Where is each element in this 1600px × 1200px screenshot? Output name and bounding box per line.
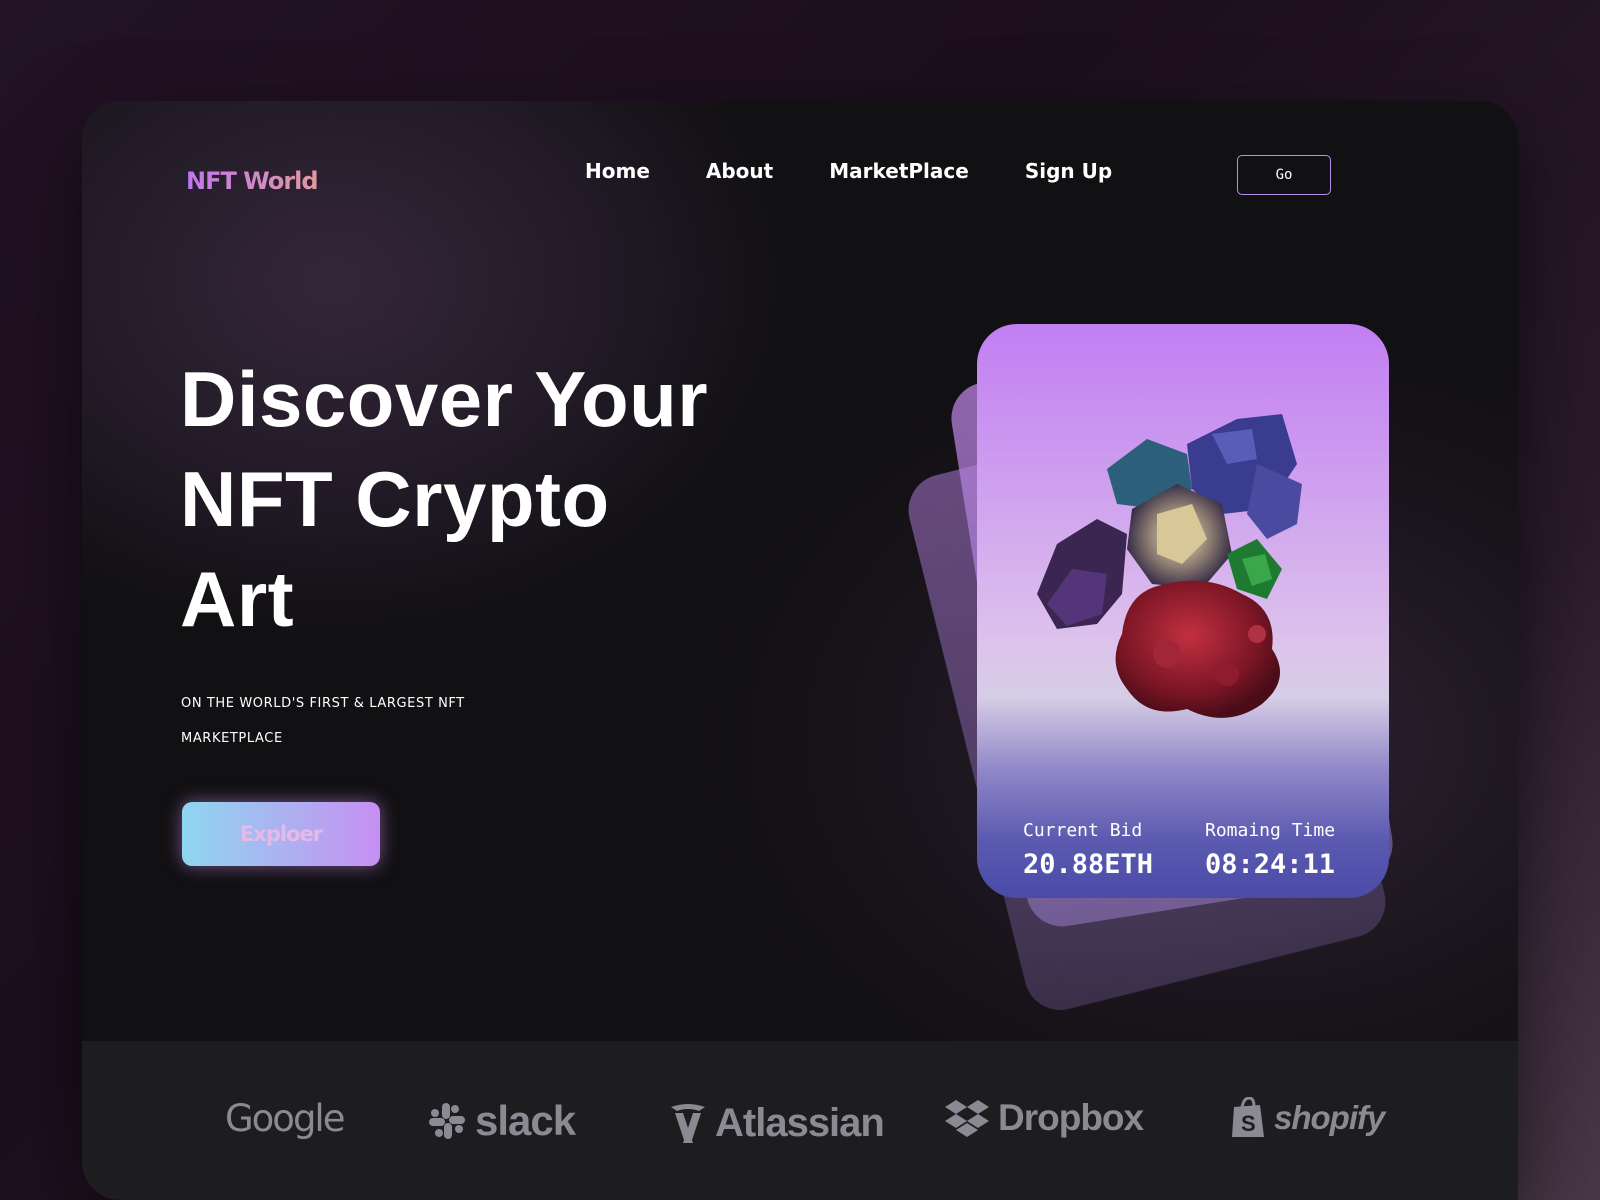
current-bid-value: 20.88ETH: [1023, 849, 1154, 880]
brand-logos-bar: Google slack Atlassian Dropbox S shopify: [82, 1041, 1518, 1200]
landing-page-frame: NFT World Home About MarketPlace Sign Up…: [82, 101, 1518, 1200]
hero-title: Discover Your NFT Crypto Art: [180, 349, 800, 649]
brand-google: Google: [225, 1097, 345, 1140]
brand-atlassian-wordmark: Atlassian: [715, 1101, 885, 1145]
nft-card[interactable]: Current Bid 20.88ETH Romaing Time 08:24:…: [977, 324, 1389, 898]
nav-about[interactable]: About: [706, 159, 773, 183]
dropbox-icon: [945, 1100, 989, 1137]
brand-dropbox-wordmark: Dropbox: [998, 1097, 1144, 1138]
explore-button[interactable]: Exploer: [182, 802, 380, 866]
remaining-time: Romaing Time 08:24:11: [1205, 820, 1335, 880]
nav-sign-up[interactable]: Sign Up: [1025, 159, 1112, 183]
nav-home[interactable]: Home: [585, 159, 650, 183]
shopify-bag-icon: S: [1232, 1097, 1264, 1137]
hero-title-line-3: Art: [180, 555, 295, 643]
hero-subtitle: ON THE WORLD'S FIRST & LARGEST NFT MARKE…: [181, 686, 481, 756]
nft-crystal-artwork: [1037, 414, 1302, 718]
go-button[interactable]: Go: [1237, 155, 1331, 195]
logo[interactable]: NFT World: [186, 167, 319, 195]
brand-atlassian: Atlassian: [669, 1101, 885, 1146]
brand-shopify-wordmark: shopify: [1274, 1099, 1385, 1136]
brand-slack: slack: [427, 1097, 576, 1145]
atlassian-icon: [671, 1103, 705, 1143]
hero-title-line-2: NFT Crypto: [180, 455, 610, 543]
brand-dropbox: Dropbox: [944, 1097, 1144, 1139]
brand-slack-wordmark: slack: [475, 1097, 576, 1144]
nav-marketplace[interactable]: MarketPlace: [829, 159, 969, 183]
hero-title-line-1: Discover Your: [180, 355, 709, 443]
remaining-time-label: Romaing Time: [1205, 820, 1336, 841]
main-nav: Home About MarketPlace Sign Up: [585, 159, 1168, 183]
current-bid-label: Current Bid: [1023, 820, 1143, 841]
remaining-time-value: 08:24:11: [1205, 849, 1336, 880]
hero-subtitle-line-1: ON THE WORLD'S FIRST & LARGEST NFT: [181, 696, 465, 711]
brand-google-wordmark: Google: [225, 1097, 345, 1140]
current-bid: Current Bid 20.88ETH: [1023, 820, 1153, 880]
brand-shopify: S shopify: [1230, 1097, 1385, 1139]
slack-icon: [429, 1103, 465, 1139]
hero-subtitle-line-2: MARKETPLACE: [181, 731, 283, 746]
svg-text:S: S: [1241, 1111, 1256, 1136]
